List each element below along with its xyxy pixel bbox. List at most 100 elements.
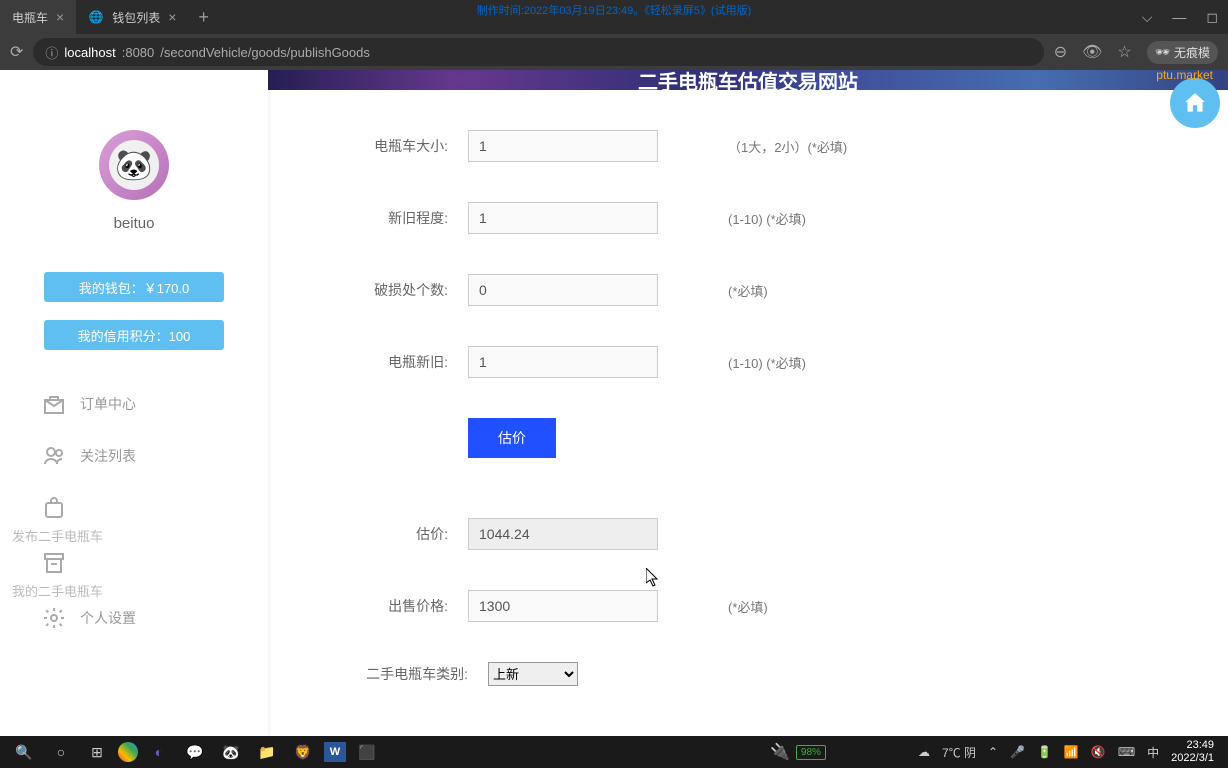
- info-icon: ⓘ: [45, 43, 58, 62]
- battery-label: 电瓶新旧:: [328, 352, 468, 372]
- home-button[interactable]: [1170, 78, 1220, 128]
- chevron-up-icon[interactable]: ⌃: [988, 745, 998, 759]
- category-select[interactable]: 上新: [488, 662, 578, 686]
- username-label: beituo: [114, 215, 155, 232]
- price-input[interactable]: [468, 590, 658, 622]
- size-hint: （1大，2小）(*必填): [728, 137, 847, 156]
- sidebar: 🐼 beituo 我的钱包：￥170.0 我的信用积分：100 订单中心 关注列…: [0, 70, 268, 736]
- side-menu: 订单中心 关注列表 发布二手电瓶车 我的二手电瓶车: [0, 378, 268, 644]
- menu-label: 个人设置: [80, 608, 136, 628]
- star-icon[interactable]: ☆: [1117, 42, 1131, 62]
- damage-input[interactable]: [468, 274, 658, 306]
- task-view-icon[interactable]: ⊞: [82, 738, 112, 766]
- url-port: :8080: [122, 45, 155, 60]
- zoom-icon[interactable]: ⊖: [1054, 42, 1067, 62]
- form-row-size: 电瓶车大小: （1大，2小）(*必填): [328, 130, 1168, 162]
- address-actions: ⊖ 👁 ☆ 🕶 无痕模: [1054, 41, 1218, 64]
- chrome-icon[interactable]: [118, 742, 138, 762]
- watermark-text: 制作时间:2022年03月19日23:49。《轻松录屏5》(试用版): [477, 2, 751, 18]
- date-text: 2022/3/1: [1171, 752, 1214, 765]
- cortana-icon[interactable]: ○: [46, 738, 76, 766]
- main-content: 二手电瓶车估值交易网站 ptu.market 电瓶车大小: （1大，2小）(*必…: [268, 70, 1228, 736]
- wechat-icon[interactable]: 💬: [180, 738, 210, 766]
- keyboard-icon[interactable]: ⌨: [1118, 745, 1135, 759]
- users-icon: [40, 442, 68, 470]
- globe-icon: 🌐: [88, 9, 104, 25]
- url-input[interactable]: ⓘ localhost :8080/secondVehicle/goods/pub…: [33, 38, 1043, 66]
- search-icon[interactable]: 🔍: [8, 738, 40, 766]
- avatar[interactable]: 🐼: [99, 130, 169, 200]
- app-icon-3[interactable]: ⬛: [352, 738, 382, 766]
- tab-title: 钱包列表: [112, 9, 160, 26]
- sidebar-item-settings[interactable]: 个人设置: [40, 600, 268, 644]
- damage-label: 破损处个数:: [328, 280, 468, 300]
- banner-title: 二手电瓶车估值交易网站: [638, 70, 858, 90]
- form-row-price: 出售价格: (*必填): [328, 590, 1168, 622]
- form-row-eval-result: 估价:: [328, 518, 1168, 550]
- battery-plug-icon: 🔌: [770, 742, 790, 762]
- system-tray: ☁ 7℃ 阴 ⌃ 🎤 🔋 📶 🔇 ⌨ 中 23:49 2022/3/1: [918, 739, 1220, 765]
- incognito-badge[interactable]: 🕶 无痕模: [1147, 41, 1218, 64]
- mail-icon: [40, 390, 68, 418]
- power-icon[interactable]: 🔋: [1037, 745, 1052, 759]
- condition-label: 新旧程度:: [328, 208, 468, 228]
- sidebar-item-follow[interactable]: 关注列表: [40, 430, 268, 482]
- sidebar-item-orders[interactable]: 订单中心: [40, 378, 268, 430]
- close-icon[interactable]: ×: [56, 9, 64, 25]
- reload-icon[interactable]: ⟳: [10, 42, 23, 62]
- size-label: 电瓶车大小:: [328, 136, 468, 156]
- tab-title: 电瓶车: [12, 9, 48, 26]
- volume-icon[interactable]: 🔇: [1091, 745, 1106, 759]
- explorer-icon[interactable]: 📁: [252, 738, 282, 766]
- browser-tab-2[interactable]: 🌐 钱包列表 ×: [76, 0, 188, 34]
- close-icon[interactable]: ×: [168, 9, 176, 25]
- form-row-damage: 破损处个数: (*必填): [328, 274, 1168, 306]
- url-path: /secondVehicle/goods/publishGoods: [160, 45, 370, 60]
- form-row-category: 二手电瓶车类别: 上新: [328, 662, 1168, 686]
- menu-label-mine: 我的二手电瓶车: [12, 581, 268, 600]
- weather-text: 7℃ 阴: [942, 744, 976, 761]
- battery-input[interactable]: [468, 346, 658, 378]
- weather-icon[interactable]: ☁: [918, 745, 930, 759]
- damage-hint: (*必填): [728, 281, 768, 300]
- eclipse-icon[interactable]: ◐: [144, 738, 174, 766]
- clock[interactable]: 23:49 2022/3/1: [1171, 739, 1220, 765]
- chevron-down-icon[interactable]: ⌵: [1142, 9, 1153, 26]
- publish-form: 电瓶车大小: （1大，2小）(*必填) 新旧程度: (1-10) (*必填) 破…: [268, 90, 1228, 736]
- form-row-eval-btn: 估价: [328, 418, 1168, 458]
- banner: 二手电瓶车估值交易网站 ptu.market: [268, 70, 1228, 90]
- browser-tab-1[interactable]: 电瓶车 ×: [0, 0, 76, 34]
- wifi-icon[interactable]: 📶: [1064, 745, 1079, 759]
- credit-button[interactable]: 我的信用积分：100: [44, 320, 224, 350]
- menu-label-publish: 发布二手电瓶车: [12, 526, 268, 545]
- incognito-label: 无痕模: [1174, 44, 1210, 61]
- banner-tag: ptu.market: [1156, 70, 1213, 82]
- eval-output: [468, 518, 658, 550]
- new-tab-button[interactable]: +: [188, 7, 219, 28]
- maximize-icon[interactable]: ◻: [1206, 9, 1218, 26]
- price-label: 出售价格:: [328, 596, 468, 616]
- archive-icon: [40, 549, 68, 577]
- battery-hint: (1-10) (*必填): [728, 353, 806, 372]
- menu-label: 关注列表: [80, 446, 136, 466]
- mic-icon[interactable]: 🎤: [1010, 745, 1025, 759]
- ime-badge[interactable]: 中: [1147, 744, 1159, 761]
- word-icon[interactable]: W: [324, 742, 346, 762]
- address-bar: ⟳ ⓘ localhost :8080/secondVehicle/goods/p…: [0, 34, 1228, 70]
- condition-input[interactable]: [468, 202, 658, 234]
- minimize-icon[interactable]: —: [1172, 9, 1186, 26]
- wallet-button[interactable]: 我的钱包：￥170.0: [44, 272, 224, 302]
- condition-hint: (1-10) (*必填): [728, 209, 806, 228]
- gear-icon: [40, 604, 68, 632]
- app-icon-2[interactable]: 🦁: [288, 738, 318, 766]
- avatar-image: 🐼: [109, 140, 159, 190]
- battery-badge[interactable]: 98%: [796, 745, 826, 760]
- evaluate-button[interactable]: 估价: [468, 418, 556, 458]
- url-host: localhost: [64, 45, 115, 60]
- eval-label: 估价:: [328, 524, 468, 544]
- eye-off-icon[interactable]: 👁: [1082, 42, 1102, 62]
- size-input[interactable]: [468, 130, 658, 162]
- time-text: 23:49: [1171, 739, 1214, 752]
- app-icon[interactable]: 🐼: [216, 738, 246, 766]
- page-content: 🐼 beituo 我的钱包：￥170.0 我的信用积分：100 订单中心 关注列…: [0, 70, 1228, 736]
